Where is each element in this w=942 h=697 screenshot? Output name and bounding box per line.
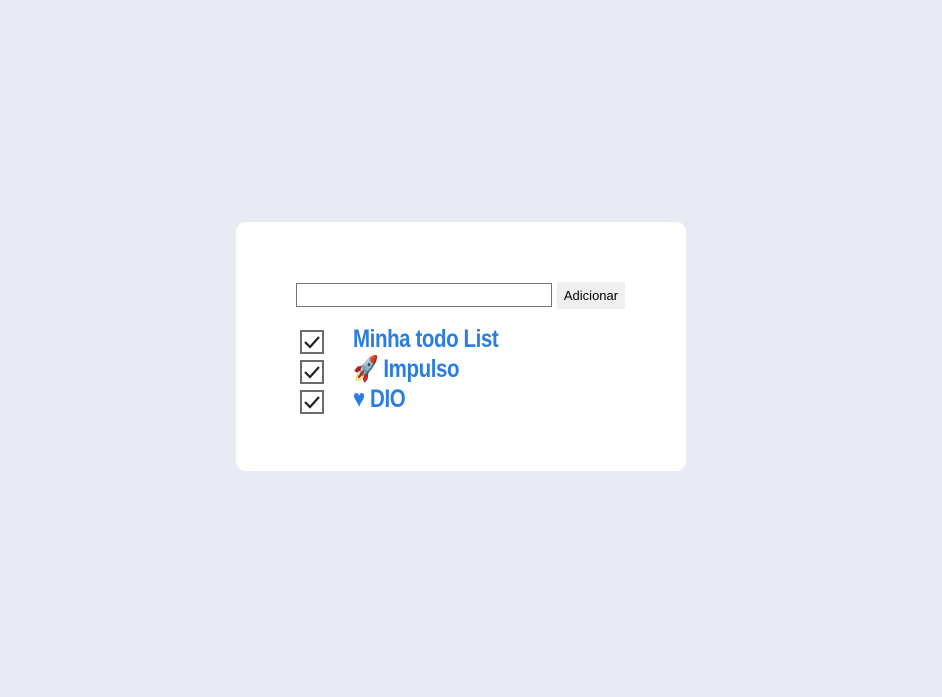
todo-item: ♥ DIO — [300, 385, 406, 417]
todo-card: Adicionar Minha todo List 🚀 Impulso ♥ DI… — [236, 222, 686, 471]
todo-label: Minha todo List — [353, 325, 499, 353]
checkbox[interactable] — [300, 330, 324, 354]
checkbox[interactable] — [300, 390, 324, 414]
todo-item: Minha todo List — [300, 325, 499, 357]
add-button[interactable]: Adicionar — [557, 282, 625, 309]
check-icon — [304, 396, 320, 409]
todo-item: 🚀 Impulso — [300, 355, 460, 387]
todo-label: ♥ DIO — [353, 385, 406, 413]
todo-input[interactable] — [296, 283, 552, 307]
check-icon — [304, 366, 320, 379]
checkbox[interactable] — [300, 360, 324, 384]
todo-label: 🚀 Impulso — [353, 355, 460, 383]
check-icon — [304, 336, 320, 349]
